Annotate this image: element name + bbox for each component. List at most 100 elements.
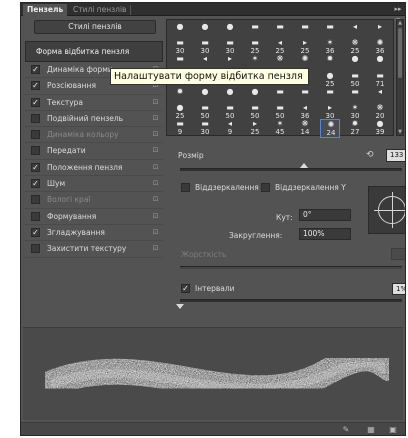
- brush-tip-thumbnail: ●: [201, 86, 209, 96]
- option-label: Вологі краї: [47, 195, 91, 205]
- brush-option-item[interactable]: ⊡ Подвійний пензель: [25, 111, 163, 128]
- brush-tip-thumbnail: ▬: [201, 103, 209, 112]
- stylus-icon[interactable]: ✎: [341, 425, 351, 435]
- brush-tip-preset[interactable]: ✹ 27: [345, 119, 365, 138]
- spacing-checkbox[interactable]: ✓: [181, 284, 190, 293]
- spacing-label: Інтервали: [195, 284, 235, 293]
- flip-y-checkbox[interactable]: [261, 183, 270, 192]
- brush-tip-thumbnail: ✶: [276, 119, 284, 129]
- brush-option-item[interactable]: ⊡ Динаміка кольору: [25, 127, 163, 144]
- option-checkbox[interactable]: [31, 195, 40, 205]
- scroll-up-icon[interactable]: ▲: [397, 20, 403, 26]
- brush-tip-thumbnail: ▬: [201, 119, 209, 129]
- lock-icon[interactable]: ⊡: [151, 114, 160, 123]
- spacing-input[interactable]: 1%: [392, 283, 405, 295]
- lock-icon[interactable]: ⊡: [151, 130, 160, 139]
- brush-tip-thumbnail: ▸: [302, 38, 307, 48]
- brush-option-item[interactable]: ⊡ Вологі краї: [25, 192, 163, 209]
- lock-icon[interactable]: ⊡: [151, 228, 160, 237]
- brush-tip-thumbnail: ▬: [176, 38, 184, 48]
- option-checkbox[interactable]: ✓: [31, 81, 40, 91]
- brush-tip-preset[interactable]: ✺ 24: [320, 119, 340, 139]
- option-checkbox[interactable]: [31, 130, 40, 140]
- lock-icon[interactable]: ⊡: [151, 179, 160, 188]
- brush-tip-thumbnail: ▬: [276, 22, 284, 31]
- spacing-slider[interactable]: [180, 299, 402, 302]
- flip-x-checkbox[interactable]: [181, 183, 190, 192]
- brush-tip-preset[interactable]: ● 39: [370, 119, 390, 138]
- brush-tip-thumbnail: ◂: [202, 54, 207, 64]
- brush-tip-thumbnail: ✹: [351, 119, 359, 129]
- stroke-preview-svg: [32, 345, 402, 402]
- angle-roundness-compass[interactable]: [368, 186, 405, 234]
- brush-tip-preset[interactable]: ✶ 45: [270, 119, 290, 138]
- option-checkbox[interactable]: [31, 113, 40, 123]
- option-label: Згладжування: [47, 227, 105, 237]
- size-slider[interactable]: [180, 168, 402, 171]
- panel-menu-icon[interactable]: ▸▸ ≡: [392, 4, 404, 24]
- tab-brush-presets[interactable]: Стилі пензлів: [69, 4, 130, 16]
- brush-tip-thumbnail: ❋: [351, 38, 359, 48]
- compass-axis-h: [374, 210, 405, 211]
- brush-tip-preset[interactable]: ▬ 9: [170, 119, 190, 138]
- lock-icon[interactable]: ⊡: [151, 146, 160, 155]
- brush-tip-thumbnail: ▬: [176, 54, 184, 64]
- angle-input[interactable]: 0°: [299, 209, 351, 221]
- flip-y-label: Віддзеркалення Y: [275, 183, 346, 192]
- new-preset-icon[interactable]: ▣: [388, 425, 398, 435]
- grid-icon[interactable]: ▦: [366, 425, 376, 435]
- brush-tip-thumbnail: ●: [351, 54, 359, 64]
- option-checkbox[interactable]: [31, 211, 40, 221]
- lock-icon[interactable]: ⊡: [151, 244, 160, 253]
- brush-tip-shape-item[interactable]: Форма відбитка пензля: [25, 41, 163, 62]
- size-slider-knob[interactable]: [300, 163, 308, 168]
- brush-option-item[interactable]: ✓ ⊡ Текстура: [25, 95, 163, 111]
- brush-tip-thumbnail: ✺: [327, 120, 335, 130]
- brush-presets-button[interactable]: Стилі пензлів: [34, 20, 156, 34]
- lock-icon[interactable]: ⊡: [151, 212, 160, 221]
- option-label: Шум: [47, 179, 66, 189]
- reset-size-icon[interactable]: ⟲: [366, 150, 374, 160]
- roundness-label: Закруглення:: [229, 231, 283, 240]
- panel-tabbar: Пензель Стилі пензлів ▸▸ ≡: [21, 3, 405, 24]
- hardness-slider: [180, 266, 402, 269]
- brush-tip-thumbnail: ▬: [326, 22, 334, 31]
- lock-icon[interactable]: ⊡: [151, 163, 160, 172]
- brush-tip-preset[interactable]: ◂ 9: [220, 119, 240, 138]
- roundness-input[interactable]: 100%: [299, 228, 351, 240]
- option-label: Динаміка кольору: [47, 130, 119, 140]
- brush-tip-preset[interactable]: ❋ 14: [295, 119, 315, 138]
- hardness-label: Жорсткість: [181, 250, 227, 259]
- option-checkbox[interactable]: ✓: [31, 162, 40, 172]
- brush-tip-thumbnail: ❋: [376, 103, 384, 112]
- spacing-slider-knob[interactable]: [176, 304, 184, 309]
- option-checkbox[interactable]: ✓: [31, 65, 40, 74]
- brush-option-item[interactable]: ✓ ⊡ Положення пензля: [25, 160, 163, 177]
- grid-scrollbar[interactable]: ▲ ▼: [396, 19, 404, 136]
- option-checkbox[interactable]: ✓: [31, 97, 40, 107]
- option-checkbox[interactable]: [31, 146, 40, 156]
- brush-tip-size: 24: [326, 129, 336, 138]
- scroll-down-icon[interactable]: ▼: [397, 129, 403, 135]
- brush-tip-thumbnail: ▬: [351, 70, 359, 80]
- option-checkbox[interactable]: [31, 244, 40, 254]
- brush-option-item[interactable]: ⊡ Передати: [25, 143, 163, 160]
- option-checkbox[interactable]: ✓: [31, 179, 40, 189]
- lock-icon[interactable]: ⊡: [151, 98, 160, 107]
- brush-option-item[interactable]: ⊡ Формування: [25, 209, 163, 225]
- lock-icon[interactable]: ⊡: [151, 195, 160, 204]
- scroll-thumb[interactable]: [398, 28, 402, 78]
- tab-brush[interactable]: Пензель: [23, 4, 68, 16]
- brush-tip-preset[interactable]: ▬ 30: [195, 119, 215, 138]
- brush-option-item[interactable]: ⊡ Захистити текстуру: [25, 241, 163, 258]
- brush-option-item[interactable]: ✓ ⊡ Шум: [25, 176, 163, 193]
- size-input[interactable]: 133 пікс: [386, 149, 405, 162]
- option-checkbox[interactable]: ✓: [31, 227, 40, 237]
- brush-tip-preset[interactable]: ▸ 25: [245, 119, 265, 138]
- brush-option-item[interactable]: ✓ ⊡ Згладжування: [25, 225, 163, 242]
- size-label: Розмір: [178, 151, 204, 160]
- option-label: Положення пензля: [47, 162, 123, 172]
- size-row: Розмір ⟲ 133 пікс: [178, 149, 405, 163]
- brush-tip-thumbnail: ●: [376, 54, 384, 64]
- brush-tip-thumbnail: ▬: [251, 103, 259, 112]
